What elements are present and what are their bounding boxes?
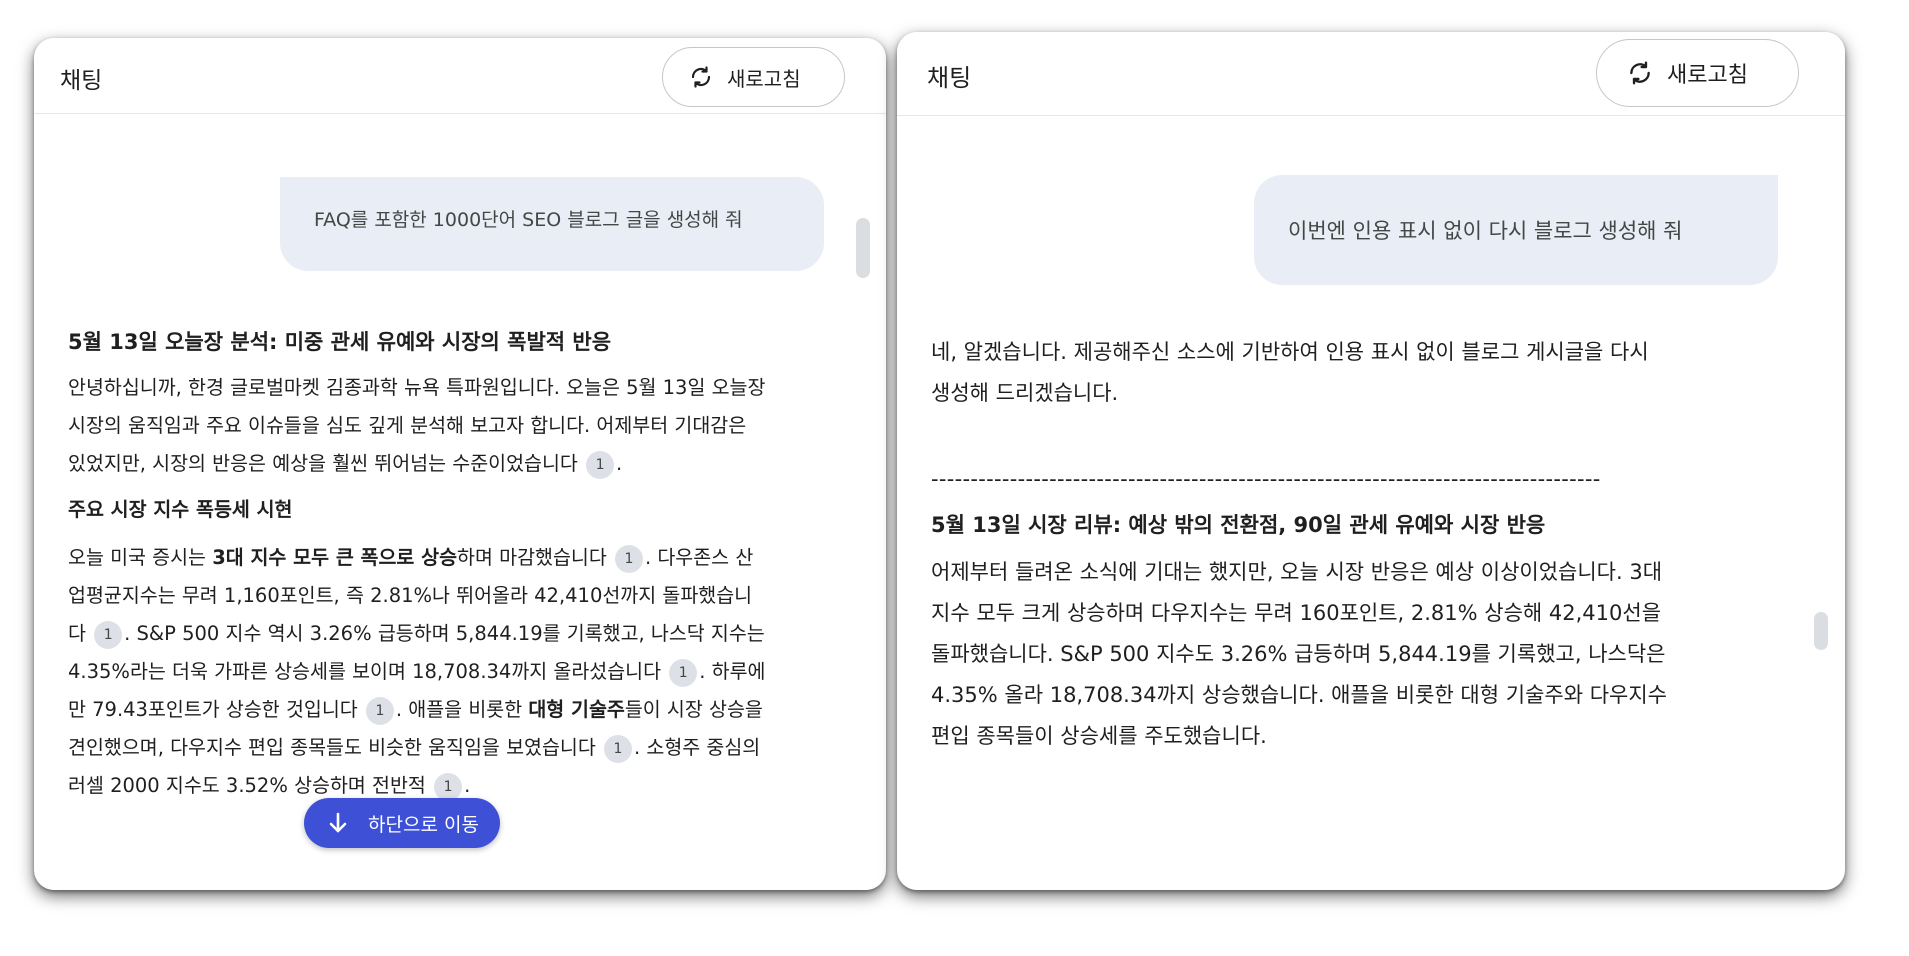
citation-chip[interactable]: 1 — [94, 620, 123, 649]
user-message-text: 이번엔 인용 표시 없이 다시 블로그 생성해 줘 — [1288, 219, 1683, 243]
chat-title: 채팅 — [927, 64, 972, 92]
arrow-down-icon — [329, 812, 347, 833]
model-response: 5월 13일 오늘장 분석: 미중 관세 유예와 시장의 폭발적 반응 안녕하십… — [68, 325, 768, 809]
scroll-to-bottom-button[interactable]: 하단으로 이동 — [304, 798, 500, 848]
citation-chip[interactable]: 1 — [603, 734, 632, 763]
scroll-to-bottom-label: 하단으로 이동 — [368, 813, 479, 836]
user-message-bubble: 이번엔 인용 표시 없이 다시 블로그 생성해 줘 — [1254, 175, 1778, 285]
chat-header: 채팅 새로고침 — [34, 38, 886, 114]
chat-messages[interactable]: FAQ를 포함한 1000단어 SEO 블로그 글을 생성해 줘 5월 13일 … — [34, 115, 886, 890]
citation-chip[interactable]: 1 — [614, 544, 643, 573]
response-paragraph: 안녕하십니까, 한경 글로벌마켓 김종과학 뉴욕 특파원입니다. 오늘은 5월 … — [68, 369, 768, 483]
scrollbar-thumb[interactable] — [856, 218, 870, 278]
citation-chip[interactable]: 1 — [365, 696, 394, 725]
left-chat-panel: 채팅 새로고침 FAQ를 포함한 1000단어 SEO 블로그 글을 생성해 줘… — [34, 38, 886, 890]
response-bold-text: 대형 기술주 — [528, 698, 625, 721]
response-text: 하며 마감했습니다 — [457, 546, 607, 569]
citation-chip[interactable]: 1 — [434, 772, 463, 801]
citation-chip[interactable]: 1 — [669, 658, 698, 687]
user-message-text: FAQ를 포함한 1000단어 SEO 블로그 글을 생성해 줘 — [314, 209, 743, 231]
response-text: 오늘 미국 증시는 — [68, 546, 213, 569]
response-paragraph: 어제부터 들려온 소식에 기대는 했지만, 오늘 시장 반응은 예상 이상이었습… — [931, 560, 1667, 748]
refresh-button[interactable]: 새로고침 — [1596, 39, 1799, 107]
refresh-button[interactable]: 새로고침 — [662, 47, 845, 107]
response-heading: 5월 13일 오늘장 분석: 미중 관세 유예와 시장의 폭발적 반응 — [68, 330, 612, 354]
right-chat-panel: 채팅 새로고침 이번엔 인용 표시 없이 다시 블로그 생성해 줘 네, 알겠습… — [897, 32, 1845, 890]
refresh-button-label: 새로고침 — [727, 66, 801, 91]
citation-chip[interactable]: 1 — [586, 450, 615, 479]
response-text: 안녕하십니까, 한경 글로벌마켓 김종과학 뉴욕 특파원입니다. 오늘은 5월 … — [68, 376, 766, 475]
scrollbar-thumb[interactable] — [1814, 612, 1828, 650]
response-separator: ----------------------------------------… — [931, 467, 1601, 491]
refresh-button-label: 새로고침 — [1667, 63, 1748, 88]
refresh-icon — [691, 66, 711, 88]
response-intro: 네, 알겠습니다. 제공해주신 소스에 기반하여 인용 표시 없이 블로그 게시… — [931, 340, 1649, 405]
user-message-bubble: FAQ를 포함한 1000단어 SEO 블로그 글을 생성해 줘 — [280, 177, 824, 271]
response-bold-text: 3대 지수 모두 큰 폭으로 상승 — [212, 546, 458, 569]
model-response: 네, 알겠습니다. 제공해주신 소스에 기반하여 인용 표시 없이 블로그 게시… — [931, 332, 1671, 761]
chat-title: 채팅 — [60, 68, 103, 94]
response-text: . S&P 500 지수 역시 3.26% 급등하며 5,844.19를 기록했… — [68, 622, 765, 683]
response-subheading: 주요 시장 지수 폭등세 시현 — [68, 498, 293, 521]
chat-header: 채팅 새로고침 — [897, 32, 1845, 116]
response-paragraph: 오늘 미국 증시는 3대 지수 모두 큰 폭으로 상승하며 마감했습니다 1. … — [68, 539, 768, 805]
refresh-icon — [1630, 61, 1650, 85]
response-heading: 5월 13일 시장 리뷰: 예상 밖의 전환점, 90일 관세 유예와 시장 반… — [931, 513, 1546, 537]
response-text: . 애플을 비롯한 — [395, 698, 529, 721]
